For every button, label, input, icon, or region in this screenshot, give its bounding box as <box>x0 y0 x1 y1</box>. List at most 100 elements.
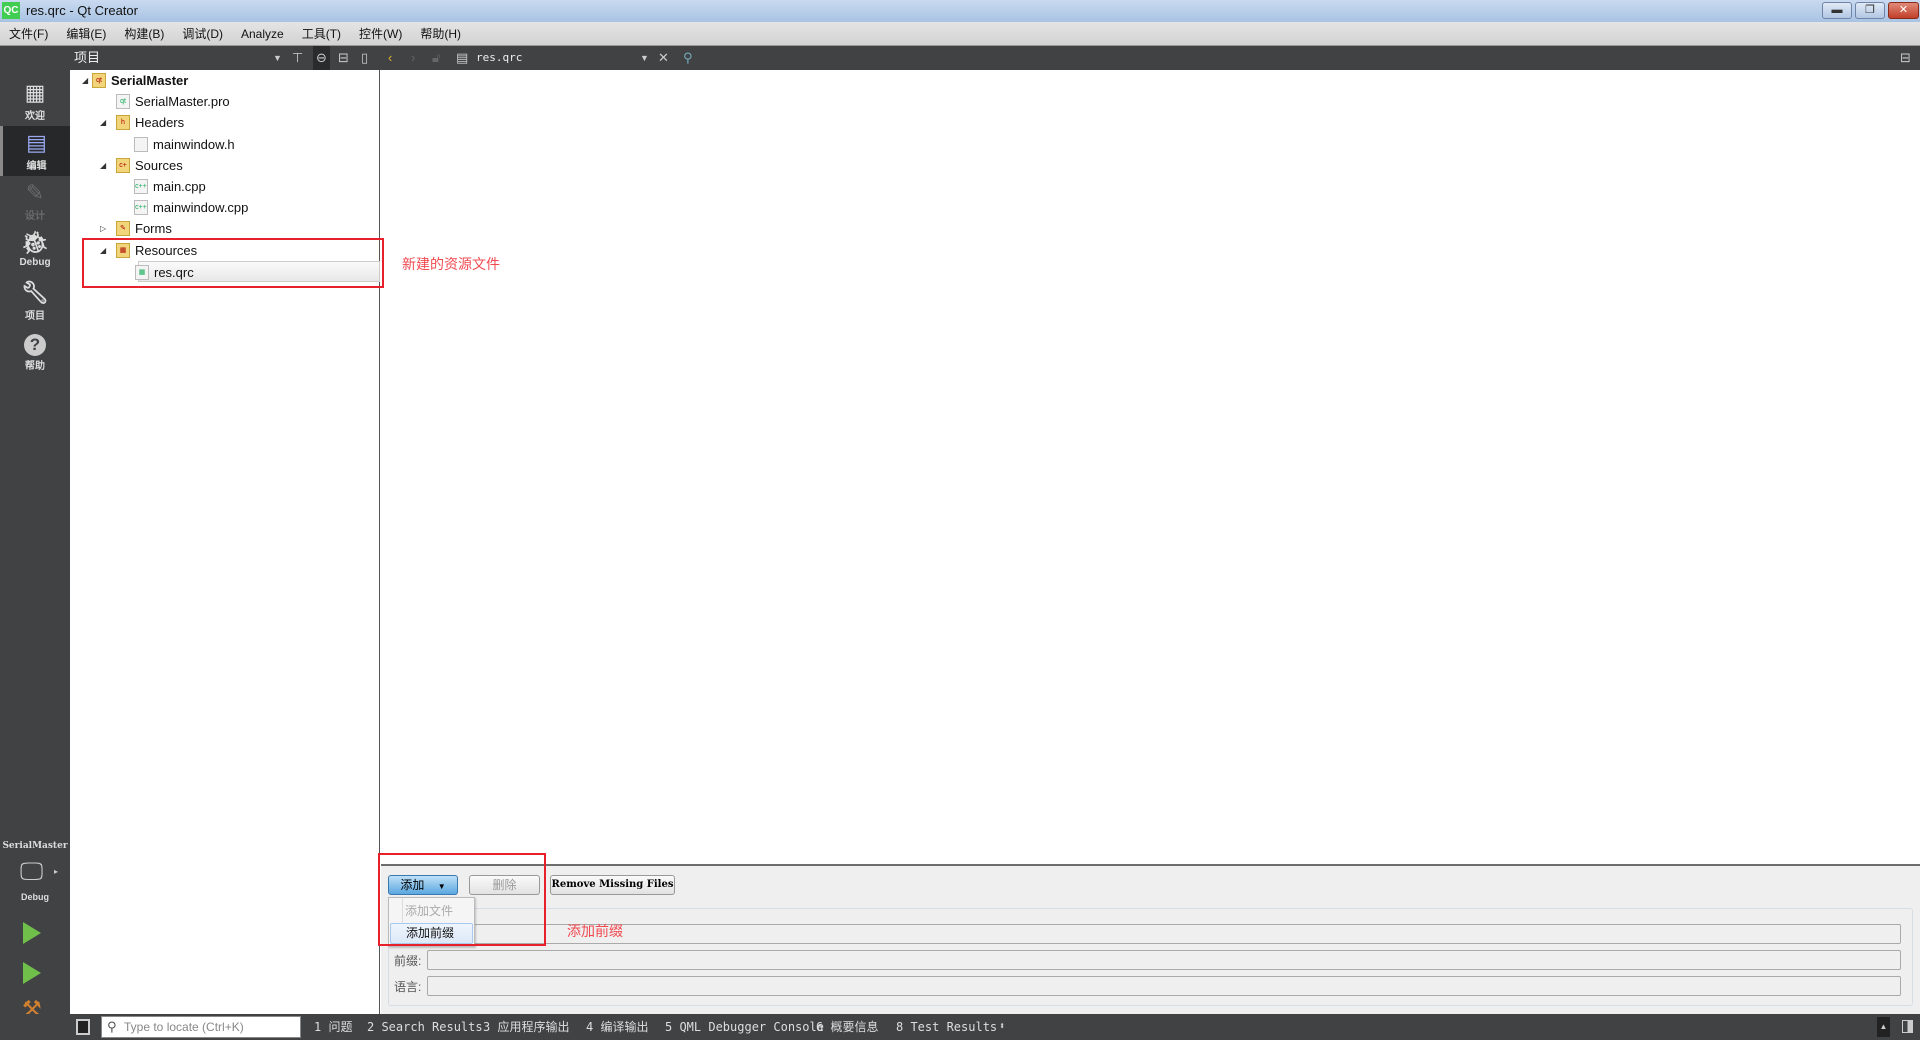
link-icon[interactable]: ⊖ <box>313 46 330 70</box>
prefix-label: 前缀: <box>394 954 422 968</box>
title-bar: QC res.qrc - Qt Creator ▬ ❐ ✕ <box>0 0 1920 22</box>
target-project-label: SerialMaster <box>2 841 68 851</box>
file-icon: ▤ <box>456 50 469 65</box>
expanded-arrow-icon[interactable]: ◢ <box>82 70 88 91</box>
menu-3[interactable]: 调试(D) <box>173 22 232 46</box>
tree-item[interactable]: ◢ h Headers <box>70 112 380 133</box>
mode-wrench[interactable]: 🔧︎ 项目 <box>0 276 70 326</box>
minimize-button[interactable]: ▬ <box>1822 2 1852 19</box>
tree-item[interactable]: ◢ c+ Sources <box>70 155 380 176</box>
expanded-arrow-icon[interactable]: ◢ <box>100 112 106 133</box>
language-field[interactable] <box>427 976 1901 996</box>
alias-field[interactable] <box>427 924 1901 944</box>
output-tab-5[interactable]: 5 QML Debugger Console <box>665 1014 824 1040</box>
split-icon[interactable]: ⊟ <box>338 46 349 70</box>
remove-missing-files-button[interactable]: Remove Missing Files <box>550 875 675 895</box>
tree-item[interactable]: ▷ ✎ Forms <box>70 218 380 239</box>
mode-pencil[interactable]: ✎ 设计 <box>0 176 70 226</box>
run-icon[interactable] <box>23 922 41 944</box>
panel-select-chevron-icon[interactable]: ▼ <box>273 46 282 70</box>
edit-icon: ▤ <box>26 130 47 155</box>
back-icon[interactable]: ‹ <box>388 46 392 70</box>
panel-title: 项目 <box>74 50 101 65</box>
output-tab-7[interactable]: 8 Test Results <box>896 1014 997 1040</box>
forward-icon[interactable]: › <box>411 46 415 70</box>
mode-label: 帮助 <box>25 361 45 372</box>
tree-item-label: Sources <box>135 157 183 173</box>
monitor-icon[interactable]: 🖵︎ <box>20 858 43 886</box>
mode-label: 设计 <box>25 211 45 222</box>
tree-item[interactable]: c++ mainwindow.cpp <box>70 197 380 218</box>
mode-label: 项目 <box>25 311 45 322</box>
language-label: 语言: <box>394 980 422 994</box>
forms-folder-icon: ✎ <box>116 221 130 237</box>
close-button[interactable]: ✕ <box>1888 2 1919 19</box>
split-editor-icon[interactable]: ⊟ <box>1900 46 1911 70</box>
menu-6[interactable]: 控件(W) <box>350 22 411 46</box>
restore-button[interactable]: ❐ <box>1855 2 1885 19</box>
menu-0[interactable]: 文件(F) <box>0 22 57 46</box>
close-panel-icon[interactable]: ▯ <box>361 46 368 70</box>
window-title: res.qrc - Qt Creator <box>26 3 138 18</box>
mode-grid[interactable]: ▦ 欢迎 <box>0 76 70 126</box>
menu-1[interactable]: 编辑(E) <box>57 22 115 46</box>
sort-arrows-icon[interactable]: ⬍ <box>999 1014 1005 1040</box>
tree-item-label: Headers <box>135 115 185 131</box>
mode-bug[interactable]: 🐞︎ Debug <box>0 226 70 276</box>
output-tab-3[interactable]: 3 应用程序输出 <box>483 1014 569 1040</box>
menu-bar: 文件(F) 编辑(E) 构建(B) 调试(D) Analyze 工具(T) 控件(W) 帮助(… <box>0 22 1920 46</box>
prefix-field[interactable] <box>427 950 1901 970</box>
output-tab-1[interactable]: 1 问题 <box>314 1014 352 1040</box>
bug-icon: 🐞︎ <box>21 230 49 255</box>
output-tab-4[interactable]: 4 编译输出 <box>586 1014 648 1040</box>
menu-7[interactable]: 帮助(H) <box>411 22 470 46</box>
locator-icon[interactable]: ⚲ <box>683 46 693 70</box>
toggle-right-sidebar-icon[interactable] <box>1902 1020 1913 1033</box>
headers-folder-icon: h <box>116 115 130 131</box>
menu-2[interactable]: 构建(B) <box>115 22 173 46</box>
open-file-name[interactable]: res.qrc <box>476 46 522 70</box>
collapsed-arrow-icon[interactable]: ▷ <box>100 218 106 239</box>
locator-input[interactable]: ⚲ Type to locate (Ctrl+K) <box>101 1016 301 1038</box>
wrench-icon: 🔧︎ <box>21 280 49 305</box>
tree-item[interactable]: mainwindow.h <box>70 134 380 155</box>
cpp-file-icon: c++ <box>134 179 148 194</box>
tree-item[interactable]: c++ main.cpp <box>70 176 380 197</box>
tree-item[interactable]: qt SerialMaster.pro <box>70 91 380 112</box>
tree-item-label: SerialMaster <box>111 73 189 88</box>
tree-item-label: main.cpp <box>153 179 206 194</box>
debug-run-icon[interactable] <box>23 962 41 984</box>
expanded-arrow-icon[interactable]: ◢ <box>100 155 106 176</box>
locator-placeholder: Type to locate (Ctrl+K) <box>124 1020 244 1034</box>
mode-edit[interactable]: ▤ 编辑 <box>0 126 70 176</box>
open-files-chevron-icon[interactable]: ▼ <box>640 46 649 70</box>
help-icon: ? <box>0 326 70 357</box>
cpp-file-icon: c++ <box>134 200 148 216</box>
pro-file-icon: qt <box>116 94 130 110</box>
toggle-sidebar-icon[interactable] <box>76 1019 90 1035</box>
tree-item-label: mainwindow.cpp <box>153 200 249 216</box>
menu-5[interactable]: 工具(T) <box>293 22 350 46</box>
status-bar: ⚲ Type to locate (Ctrl+K) 1 问题 2 Search R… <box>0 1014 1920 1040</box>
resource-editor-area <box>381 70 1920 864</box>
mode-help[interactable]: ? 帮助 <box>0 326 70 376</box>
tree-item-label: SerialMaster.pro <box>135 94 230 110</box>
mode-label: 欢迎 <box>25 111 45 122</box>
qt-project-icon: qt <box>92 73 106 88</box>
grid-icon: ▦ <box>24 80 46 105</box>
annotation-box-tree <box>82 238 384 288</box>
menu-4[interactable]: Analyze <box>232 22 293 46</box>
toolbar: 项目 ▼ ⊤ ⊖ ⊟ ▯ ‹ › 🔓︎ ▤ res.qrc ▼ ✕ ⚲ ⊟ <box>0 46 1920 70</box>
header-file-icon <box>134 136 148 152</box>
tree-item[interactable]: ◢ qt SerialMaster <box>70 70 380 91</box>
filter-icon[interactable]: ⊤ <box>292 46 303 70</box>
show-output-icon[interactable]: ▲ <box>1877 1017 1890 1037</box>
tree-item-label: Forms <box>135 221 172 237</box>
close-icon[interactable]: ✕ <box>658 46 669 70</box>
mode-label: 编辑 <box>26 161 47 172</box>
annotation-tree-text: 新建的资源文件 <box>402 256 500 272</box>
output-tab-6[interactable]: 6 概要信息 <box>816 1014 878 1040</box>
target-config-label: Debug <box>21 892 49 902</box>
tree-item-label: mainwindow.h <box>153 136 235 152</box>
output-tab-2[interactable]: 2 Search Results <box>367 1014 483 1040</box>
